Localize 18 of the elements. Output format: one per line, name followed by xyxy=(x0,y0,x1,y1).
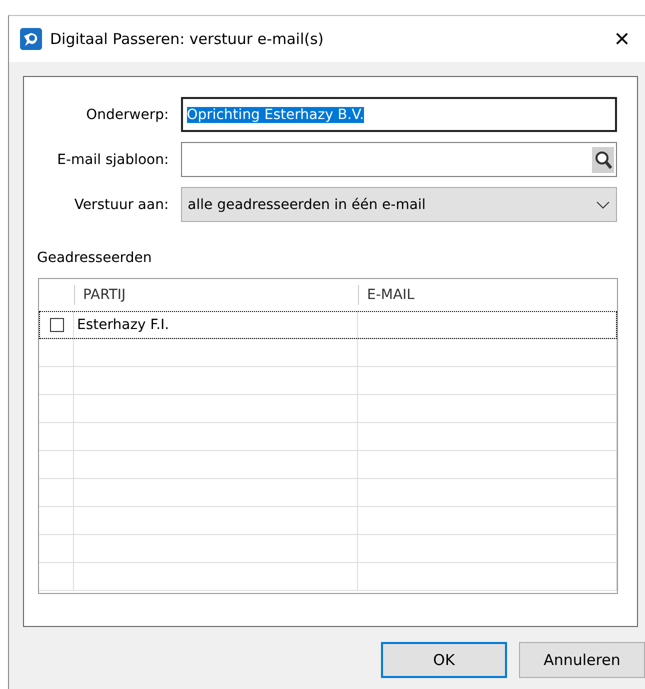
column-header[interactable]: PARTIJ xyxy=(74,285,358,305)
field-label: E-mail sjabloon: xyxy=(56,152,170,168)
template-field[interactable] xyxy=(180,142,617,177)
column-header[interactable]: E-MAIL xyxy=(358,285,617,305)
field-label: Onderwerp: xyxy=(85,106,170,122)
checkbox[interactable] xyxy=(50,318,64,332)
cancel-button[interactable]: Annuleren xyxy=(519,642,645,678)
table-cell: Esterhazy F.I. xyxy=(77,316,170,332)
window-title: Digitaal Passeren: verstuur e-mail(s) xyxy=(50,30,325,48)
subject-field[interactable]: Oprichting Esterhazy B.V. xyxy=(180,97,617,132)
table-row[interactable]: Esterhazy F.I. xyxy=(39,311,617,339)
close-button[interactable]: ✕ xyxy=(599,16,645,62)
caret-icon xyxy=(596,200,610,208)
ok-button[interactable]: OK xyxy=(381,642,507,678)
app-logo-icon xyxy=(20,28,42,50)
field-label: Verstuur aan: xyxy=(73,196,170,212)
recipients-dropdown[interactable]: alle geadresseerden in één e-mail xyxy=(180,187,617,222)
section-title: Geadresseerden xyxy=(37,250,153,266)
